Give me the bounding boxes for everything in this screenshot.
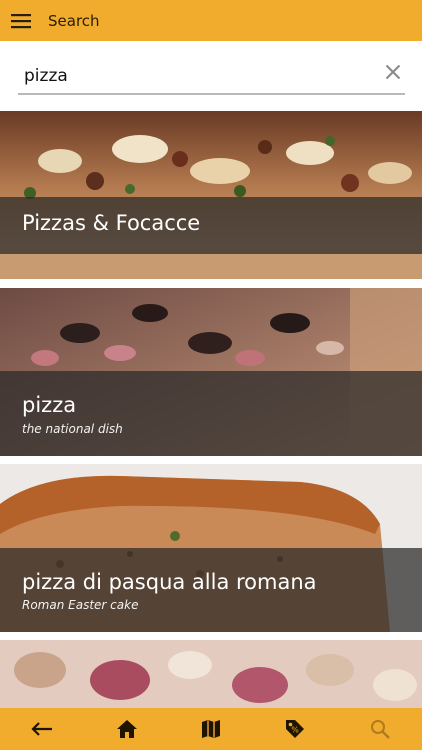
back-arrow-icon: [31, 722, 53, 736]
app-bar: Search: [0, 0, 422, 41]
map-icon: [201, 720, 220, 738]
tags-button[interactable]: %: [270, 708, 320, 750]
clear-search-button[interactable]: [380, 59, 406, 85]
result-card-pizza-di-pasqua[interactable]: pizza di pasqua alla romana Roman Easter…: [0, 464, 422, 632]
map-button[interactable]: [186, 708, 236, 750]
search-button[interactable]: [355, 708, 405, 750]
svg-text:%: %: [292, 726, 300, 735]
result-caption: pizza di pasqua alla romana Roman Easter…: [0, 548, 422, 632]
search-underline: [18, 93, 405, 95]
result-subtitle: the national dish: [22, 422, 123, 436]
result-caption: pizza the national dish: [0, 371, 422, 456]
home-button[interactable]: [102, 708, 152, 750]
close-icon: [385, 64, 401, 80]
result-title: Pizzas & Focacce: [22, 211, 201, 235]
result-caption: Pizzas & Focacce: [0, 197, 422, 254]
result-title: pizza di pasqua alla romana: [22, 570, 317, 594]
back-button[interactable]: [17, 708, 67, 750]
result-card-pizzas-focacce[interactable]: Pizzas & Focacce: [0, 111, 422, 279]
result-title: pizza: [22, 393, 77, 417]
search-bar: [0, 41, 422, 111]
tag-icon: %: [286, 720, 305, 738]
search-icon: [370, 720, 390, 739]
result-card-pizza[interactable]: pizza the national dish: [0, 288, 422, 456]
search-input[interactable]: [18, 61, 380, 91]
page-title: Search: [48, 11, 100, 30]
home-icon: [116, 720, 137, 738]
menu-button[interactable]: [0, 0, 42, 41]
bottom-nav: %: [0, 708, 422, 750]
result-card-pasta-bake[interactable]: [0, 640, 422, 708]
menu-icon: [11, 13, 31, 28]
pasta-bake-photo: [0, 640, 422, 708]
results-list: Pizzas & Focacce pizza the national dish…: [0, 111, 422, 708]
result-subtitle: Roman Easter cake: [22, 598, 139, 612]
